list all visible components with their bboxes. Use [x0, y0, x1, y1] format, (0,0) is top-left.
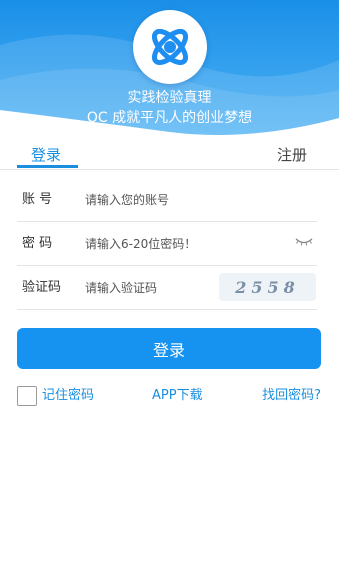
password-label: 密 码	[22, 236, 53, 251]
password-input[interactable]	[85, 233, 275, 255]
password-row: 密 码	[17, 222, 317, 266]
eye-closed-icon[interactable]	[295, 236, 313, 248]
auth-tabs: 登录 注册	[0, 140, 339, 170]
captcha-row: 验证码 2558	[17, 266, 317, 310]
slogan-line-2: OC 成就平凡人的创业梦想	[86, 110, 253, 126]
account-row: 账 号	[17, 178, 317, 222]
logo	[133, 10, 207, 84]
login-button[interactable]: 登录	[17, 328, 321, 369]
header-banner: 实践检验真理 OC 成就平凡人的创业梦想	[0, 0, 339, 140]
captcha-image[interactable]: 2558	[219, 273, 316, 301]
logo-icon	[151, 28, 189, 66]
tab-register[interactable]: 注册	[277, 145, 307, 165]
account-label: 账 号	[22, 192, 53, 207]
slogan-line-1: 实践检验真理	[127, 90, 212, 106]
tab-login[interactable]: 登录	[31, 145, 61, 165]
captcha-label: 验证码	[22, 280, 62, 295]
forgot-password-link[interactable]: 找回密码?	[262, 386, 321, 406]
remember-password-checkbox[interactable]	[17, 386, 37, 406]
remember-password-label[interactable]: 记住密码	[42, 386, 94, 406]
app-download-link[interactable]: APP下载	[152, 386, 203, 406]
active-tab-indicator	[17, 165, 78, 168]
account-input[interactable]	[85, 189, 275, 211]
